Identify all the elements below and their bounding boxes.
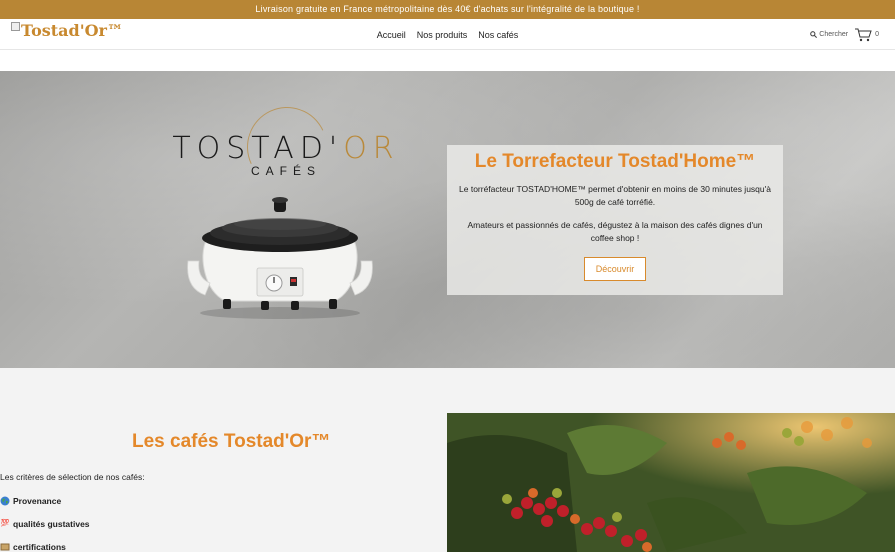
criterion-certifications: certifications <box>0 542 66 552</box>
search-button[interactable]: Chercher <box>810 31 848 38</box>
certificate-icon <box>0 542 10 552</box>
criterion-qualites: 💯 qualités gustatives <box>0 519 90 529</box>
cafes-title: Les cafés Tostad'Or™ <box>132 431 331 452</box>
cart-button[interactable]: 0 <box>854 28 879 42</box>
coffee-cherries-photo <box>447 413 895 552</box>
hundred-icon: 💯 <box>0 520 10 527</box>
promo-text-2: Amateurs et passionnés de cafés, déguste… <box>467 220 763 243</box>
criterion-provenance: Provenance <box>0 496 61 506</box>
brand-logo: TOSTAD'OR CAFÉS <box>171 131 401 178</box>
cafes-section: Les cafés Tostad'Or™ Les critères de sél… <box>0 368 895 552</box>
nav-accueil[interactable]: Accueil <box>377 30 406 40</box>
promo-text-1: Le torréfacteur TOSTAD'HOME™ permet d'ob… <box>459 184 771 207</box>
promo-title: Le Torrefacteur Tostad'Home™ <box>474 151 756 172</box>
nav-produits[interactable]: Nos produits <box>417 30 468 40</box>
site-header: Tostad'Or™ Accueil Nos produits Nos café… <box>0 19 895 50</box>
brand-name-or: OR <box>343 131 400 166</box>
search-icon <box>810 31 818 38</box>
criterion-label: qualités gustatives <box>13 519 90 529</box>
brand-name: TOSTAD'OR <box>172 131 400 166</box>
roaster-image <box>187 197 373 319</box>
cafes-intro: Les critères de sélection de nos cafés: <box>0 472 145 482</box>
cart-count: 0 <box>875 31 879 38</box>
globe-icon <box>0 496 10 506</box>
header-tools: Chercher 0 <box>810 19 879 50</box>
main-nav: Accueil Nos produits Nos cafés <box>0 19 895 50</box>
hero-banner: TOSTAD'OR CAFÉS Le Torrefacteur Tostad'H… <box>0 71 895 368</box>
criterion-label: certifications <box>13 542 66 552</box>
criterion-label: Provenance <box>13 496 62 506</box>
search-label: Chercher <box>819 31 849 38</box>
header-spacer <box>0 50 895 71</box>
brand-subtitle: CAFÉS <box>250 164 321 178</box>
announcement-bar: Livraison gratuite en France métropolita… <box>0 0 895 19</box>
promo-card: Le Torrefacteur Tostad'Home™ Le torréfac… <box>447 145 783 295</box>
nav-cafes[interactable]: Nos cafés <box>478 30 518 40</box>
discover-button[interactable]: Découvrir <box>583 257 647 281</box>
cart-icon <box>855 28 872 41</box>
